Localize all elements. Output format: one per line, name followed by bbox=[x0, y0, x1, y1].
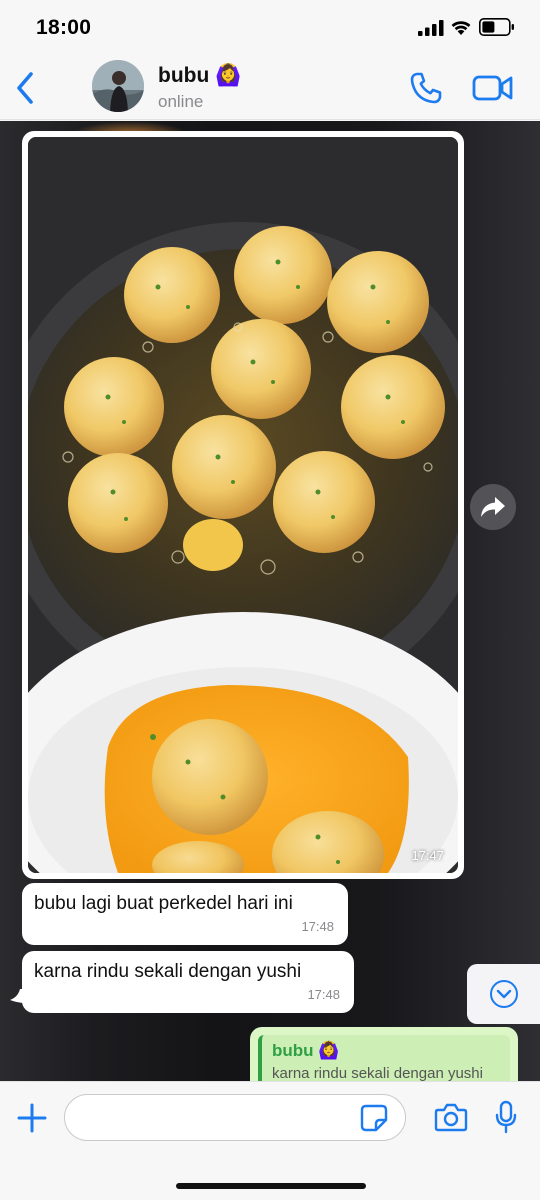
quoted-sender-name: bubu 🙆‍♀️ bbox=[272, 1041, 340, 1060]
signal-icon bbox=[418, 20, 444, 36]
photo-timestamp: 17:47 bbox=[411, 848, 444, 863]
message-input[interactable] bbox=[64, 1094, 406, 1141]
chevron-down-circle-icon bbox=[489, 980, 518, 1008]
phone-icon bbox=[410, 72, 442, 104]
bubble-tail bbox=[10, 989, 26, 1003]
avatar[interactable] bbox=[92, 60, 144, 112]
message-time: 17:48 bbox=[307, 987, 340, 1002]
contact-name[interactable]: bubu 🙆‍♀️ bbox=[158, 64, 241, 88]
sticker-button[interactable] bbox=[360, 1104, 388, 1132]
input-bar bbox=[0, 1081, 540, 1200]
forward-button[interactable] bbox=[470, 484, 516, 530]
home-indicator bbox=[176, 1183, 366, 1189]
photo-perkedel[interactable]: 17:47 bbox=[28, 137, 458, 873]
chat-area[interactable]: 17:47 bubu lagi buat perkedel hari ini 1… bbox=[0, 121, 540, 1081]
microphone-icon bbox=[495, 1100, 517, 1134]
scroll-to-bottom-button[interactable] bbox=[467, 964, 540, 1024]
contact-status: online bbox=[158, 92, 204, 111]
quoted-text: karna rindu sekali dengan yushi bbox=[272, 1065, 483, 1081]
attach-button[interactable] bbox=[14, 1100, 50, 1136]
chevron-left-icon bbox=[17, 72, 33, 104]
avatar-image bbox=[92, 60, 144, 112]
battery-icon bbox=[479, 18, 514, 36]
outgoing-reply-bubble[interactable]: bubu 🙆‍♀️ karna rindu sekali dengan yush… bbox=[250, 1027, 518, 1081]
incoming-message[interactable]: karna rindu sekali dengan yushi 17:48 bbox=[22, 951, 354, 1013]
message-text: karna rindu sekali dengan yushi bbox=[34, 961, 302, 982]
message-time: 17:48 bbox=[301, 919, 334, 934]
microphone-button[interactable] bbox=[494, 1100, 518, 1134]
wifi-icon bbox=[451, 21, 471, 35]
video-camera-icon bbox=[472, 75, 513, 101]
status-time: 18:00 bbox=[36, 16, 92, 39]
forward-arrow-icon bbox=[481, 497, 505, 517]
image-message-bubble[interactable]: 17:47 bbox=[22, 131, 464, 879]
food-photo bbox=[28, 137, 458, 873]
plus-icon bbox=[17, 1103, 47, 1133]
incoming-message[interactable]: bubu lagi buat perkedel hari ini 17:48 bbox=[22, 883, 348, 945]
message-text: bubu lagi buat perkedel hari ini bbox=[34, 893, 293, 914]
status-bar: 18:00 bbox=[0, 0, 540, 56]
video-call-button[interactable] bbox=[472, 71, 514, 105]
back-button[interactable] bbox=[10, 68, 40, 108]
chat-header: bubu 🙆‍♀️ online bbox=[0, 56, 540, 120]
camera-button[interactable] bbox=[434, 1102, 468, 1132]
sticker-icon bbox=[360, 1104, 388, 1132]
camera-icon bbox=[434, 1103, 468, 1132]
voice-call-button[interactable] bbox=[408, 70, 444, 106]
quoted-message[interactable]: bubu 🙆‍♀️ karna rindu sekali dengan yush… bbox=[258, 1035, 510, 1081]
